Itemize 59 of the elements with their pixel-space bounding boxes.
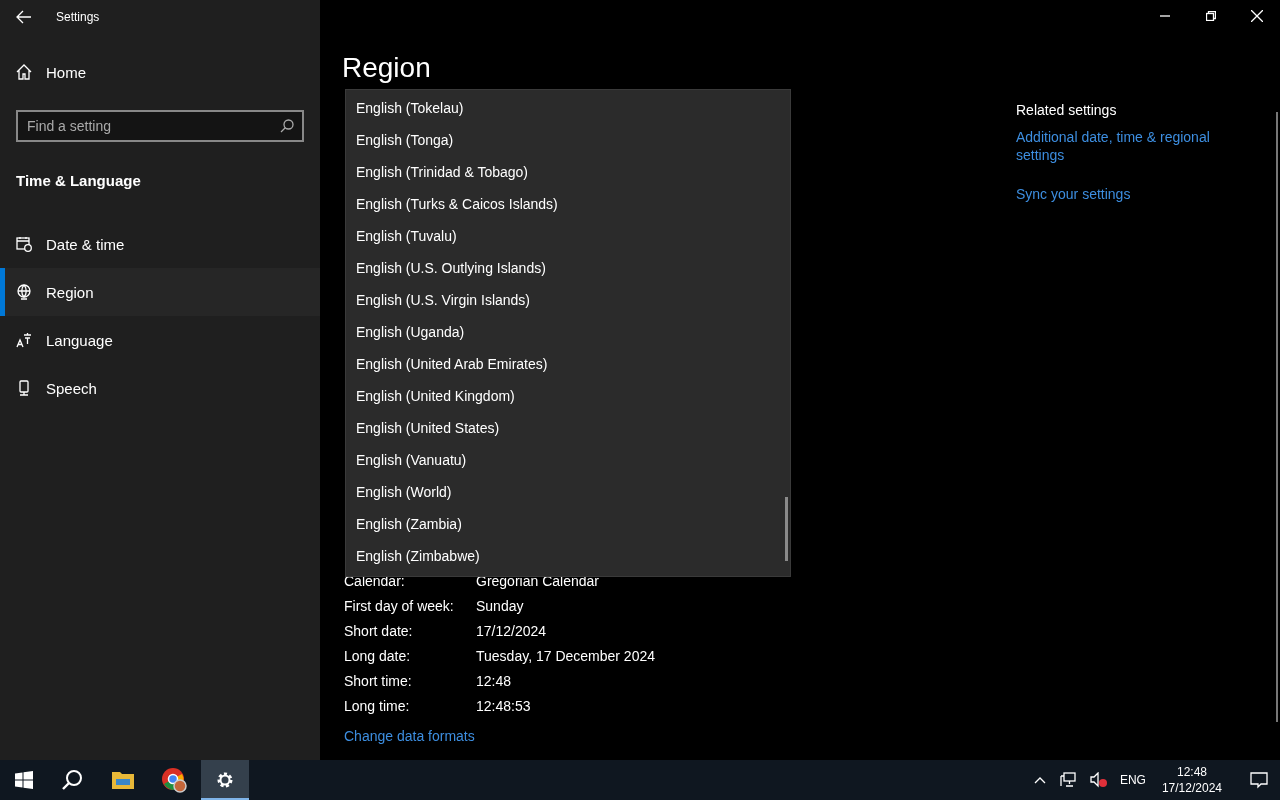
dropdown-option[interactable]: English (Uganda): [346, 316, 790, 348]
dropdown-option[interactable]: English (Zimbabwe): [346, 540, 790, 572]
format-value: Sunday: [476, 597, 525, 614]
dropdown-option[interactable]: English (Zambia): [346, 508, 790, 540]
format-label: First day of week:: [344, 597, 455, 614]
format-label: Short time:: [344, 672, 413, 689]
dropdown-option[interactable]: English (United Kingdom): [346, 380, 790, 412]
input-language[interactable]: ENG: [1119, 773, 1146, 787]
globe-icon: [16, 284, 32, 300]
browser-icon: [161, 767, 187, 793]
format-value: Tuesday, 17 December 2024: [476, 647, 656, 664]
search-icon: [280, 119, 294, 133]
format-label: Long time:: [344, 697, 411, 714]
dropdown-option[interactable]: English (Tokelau): [346, 92, 790, 124]
scrollbar[interactable]: [1276, 112, 1278, 722]
back-button[interactable]: [16, 10, 32, 24]
format-value: 12:48: [476, 672, 513, 689]
format-label: Calendar:: [344, 572, 406, 589]
section-heading: Time & Language: [15, 171, 142, 191]
related-link[interactable]: Additional date, time & regional settings: [1016, 128, 1240, 164]
language-icon: [16, 332, 32, 348]
page-title: Region: [342, 52, 432, 85]
dropdown-option[interactable]: English (Vanuatu): [346, 444, 790, 476]
change-formats-link[interactable]: Change data formats: [342, 728, 1000, 744]
dropdown-option[interactable]: English (Tuvalu): [346, 220, 790, 252]
restore-icon: [1206, 11, 1216, 21]
related-link[interactable]: Sync your settings: [1016, 185, 1240, 203]
nav-item[interactable]: Date & time: [0, 220, 320, 268]
network-icon[interactable]: [1057, 772, 1078, 788]
dropdown-option[interactable]: English (World): [346, 476, 790, 508]
nav-item[interactable]: Region: [0, 268, 320, 316]
dropdown-option[interactable]: English (United States): [346, 412, 790, 444]
related-heading: Related settings: [1016, 102, 1118, 118]
speaker-muted-icon[interactable]: [1087, 772, 1110, 788]
dropdown-option[interactable]: English (U.S. Outlying Islands): [346, 252, 790, 284]
microphone-icon: [16, 380, 32, 396]
search-icon: [61, 769, 83, 791]
window-title: Settings: [56, 10, 100, 24]
taskbar-clock[interactable]: 12:48 17/12/2024: [1155, 764, 1228, 796]
settings-button[interactable]: [201, 760, 249, 800]
nav-item[interactable]: Speech: [0, 364, 320, 412]
dropdown-option[interactable]: English (Tonga): [346, 124, 790, 156]
nav-item[interactable]: Language: [0, 316, 320, 364]
dropdown-option[interactable]: English (Turks & Caicos Islands): [346, 188, 790, 220]
format-value: 12:48:53: [476, 697, 532, 714]
format-label: Short date:: [344, 622, 414, 639]
format-value: 17/12/2024: [476, 622, 548, 639]
close-icon: [1251, 10, 1263, 22]
folder-icon: [111, 770, 135, 790]
home-nav-item[interactable]: Home: [0, 48, 320, 96]
dropdown-option[interactable]: English (Trinidad & Tobago): [346, 156, 790, 188]
calendar-icon: [16, 236, 32, 252]
home-icon: [16, 64, 32, 80]
format-label: Long date:: [344, 647, 412, 664]
search-field[interactable]: Find a setting: [16, 110, 304, 142]
scrollbar-thumb[interactable]: [785, 497, 788, 561]
windows-logo-icon: [15, 771, 33, 789]
dropdown-option[interactable]: English (U.S. Virgin Islands): [346, 284, 790, 316]
dropdown-option[interactable]: English (United Arab Emirates): [346, 348, 790, 380]
